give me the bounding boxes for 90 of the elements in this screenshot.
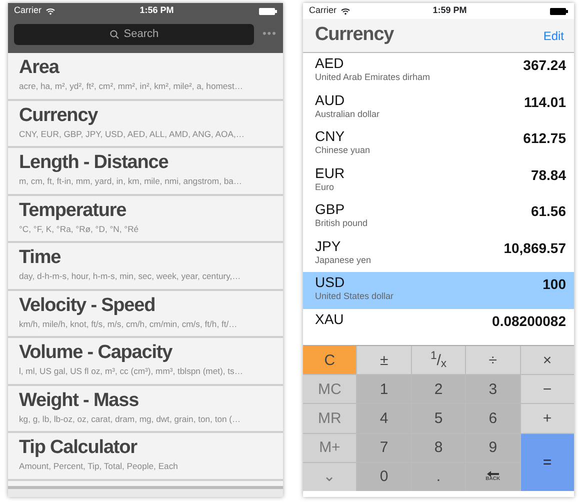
keypad-key[interactable]: 8 <box>412 434 466 462</box>
category-units: CNY, EUR, GBP, JPY, USD, AED, ALL, AMD, ANG, AOA,… <box>19 128 246 140</box>
currency-row[interactable]: GBP British pound 61.56 <box>303 199 574 236</box>
category-item[interactable]: Temperature °C, °F, K, °Ra, °Rø, °D, °N, °Ré <box>8 196 283 243</box>
currency-code: XAU <box>315 310 344 328</box>
currency-name: British pound <box>315 218 368 229</box>
currency-row[interactable]: AED United Arab Emirates dirham 367.24 <box>303 53 574 90</box>
category-units: acre, ha, m², yd², ft², cm², mm², in², km², mile², a, homest… <box>19 80 244 93</box>
category-title: Volume - Capacity <box>19 342 174 364</box>
keypad-key[interactable]: = <box>520 434 574 491</box>
currency-value: 114.01 <box>524 92 566 112</box>
category-item[interactable]: Length - Distance m, cm, ft, ft-in, mm, yard, in, km, mile, nmi, angstrom, ba… <box>8 148 283 196</box>
currency-value: 612.75 <box>523 129 566 148</box>
keypad-key[interactable]: 7 <box>357 434 411 462</box>
currency-code: GBP <box>315 201 346 218</box>
keypad-key[interactable]: 1 <box>357 375 411 404</box>
category-units: day, d-h-m-s, hour, h-m-s, min, sec, week, year, century,… <box>19 270 242 283</box>
keypad-key[interactable]: 5 <box>412 404 466 433</box>
currency-row[interactable]: CNY Chinese yuan 612.75 <box>303 126 574 162</box>
currency-value: 367.24 <box>523 56 566 75</box>
category-item[interactable]: Weight - Mass kg, g, lb, lb-oz, oz, carat, dram, mg, dwt, grain, ton, ton (… <box>8 386 283 433</box>
currency-row[interactable]: JPY Japanese yen 10,869.57 <box>303 236 574 272</box>
category-title: Time <box>19 247 62 269</box>
wifi-icon <box>46 8 55 14</box>
category-item[interactable]: Tip Calculator Amount, Percent, Tip, Total, People, Each <box>8 433 283 480</box>
keypad-key[interactable]: × <box>520 346 574 374</box>
keypad-key[interactable]: − <box>520 375 574 404</box>
keypad-key[interactable]: 6 <box>466 404 520 433</box>
keypad-key[interactable]: + <box>520 404 574 433</box>
wifi-icon <box>340 8 350 14</box>
currency-row[interactable]: USD United States dollar 100 <box>303 272 574 308</box>
keypad-key[interactable]: 3 <box>466 375 520 404</box>
currency-value: 78.84 <box>530 166 566 184</box>
category-title: Weight - Mass <box>19 390 140 412</box>
category-item[interactable]: Currency CNY, EUR, GBP, JPY, USD, AED, ALL, AMD, ANG, AOA,… <box>8 100 283 148</box>
category-title: Currency <box>19 104 99 126</box>
keypad-key[interactable]: 9 <box>466 434 520 462</box>
currency-code: EUR <box>315 164 345 182</box>
category-title: Tip Calculator <box>19 437 138 459</box>
category-units: km/h, mile/h, knot, ft/s, m/s, cm/h, cm/min, cm/s, ft/h, ft/… <box>19 318 238 330</box>
category-units: m, cm, ft, ft-in, mm, yard, in, km, mile, nmi, angstrom, ba… <box>19 175 244 188</box>
keypad-key[interactable]: 0 <box>357 462 411 491</box>
edit-button[interactable]: Edit <box>543 26 564 44</box>
currency-code: JPY <box>315 238 342 254</box>
currency-value: 0.08200082 <box>492 312 566 330</box>
currency-name: United States dollar <box>315 291 394 302</box>
carrier-name: Carrier <box>14 4 42 18</box>
category-units: °C, °F, K, °Ra, °Rø, °D, °N, °Ré <box>19 222 140 236</box>
currency-row[interactable]: AUD Australian dollar 114.01 <box>303 90 574 126</box>
currency-code: CNY <box>315 128 346 145</box>
currency-value: 100 <box>542 275 566 294</box>
search-field[interactable]: Search <box>14 24 254 44</box>
category-units: Amount, Percent, Tip, Total, People, Each <box>19 460 179 473</box>
currency-value: 10,869.57 <box>504 238 566 258</box>
battery-icon <box>550 8 568 14</box>
screen-title: Currency <box>315 23 394 48</box>
category-title: Temperature <box>19 200 128 222</box>
search-icon <box>110 30 119 38</box>
category-units: l, ml, US gal, US fl oz, m³, cc (cm³), mm³, tblspn (met), ts… <box>19 365 244 378</box>
category-title: Velocity - Speed <box>19 294 156 316</box>
category-item[interactable]: Time day, d-h-m-s, hour, h-m-s, min, sec, week, year, century,… <box>8 243 283 290</box>
currency-value: 61.56 <box>530 202 566 221</box>
category-title: Length - Distance <box>19 152 170 174</box>
category-item[interactable]: Velocity - Speed km/h, mile/h, knot, ft/s, m/s, cm/h, cm/min, cm/s, ft/h, ft/… <box>8 290 283 338</box>
status-time: 1:56 PM <box>140 4 174 18</box>
currency-name: United Arab Emirates dirham <box>315 72 430 83</box>
battery-icon <box>259 8 277 14</box>
keypad-key[interactable]: ÷ <box>466 346 520 374</box>
keypad-key[interactable]: 4 <box>357 404 411 433</box>
status-time: 1:59 PM <box>432 4 467 18</box>
arrow-icon <box>486 471 499 478</box>
keypad-key[interactable]: $^{1}$/$_{x}$ <box>412 346 466 374</box>
currency-name: Japanese yen <box>315 254 372 266</box>
currency-row[interactable]: EUR Euro 78.84 <box>303 162 574 199</box>
category-item[interactable]: Area acre, ha, m², yd², ft², cm², mm², in², km², mile², a, homest… <box>8 53 283 100</box>
currency-code: USD <box>315 274 346 291</box>
currency-name: Chinese yuan <box>315 145 370 156</box>
category-title: Area <box>19 57 60 79</box>
currency-name: Australian dollar <box>315 108 380 120</box>
keypad-key[interactable]: C <box>303 346 356 374</box>
currency-row[interactable]: XAU 0.08200082 <box>303 308 574 345</box>
category-units: kg, g, lb, lb-oz, oz, carat, dram, mg, dwt, grain, ton, ton (… <box>19 412 242 426</box>
carrier-name: Carrier <box>309 4 337 18</box>
currency-code: AED <box>315 55 345 72</box>
keypad-key[interactable]: 2 <box>412 375 466 404</box>
currency-code: AUD <box>315 92 346 108</box>
currency-name: Euro <box>315 182 336 192</box>
keypad-key[interactable]: . <box>412 462 466 491</box>
category-item[interactable]: Volume - Capacity l, ml, US gal, US fl oz, m³, cc (cm³), mm³, tblspn (met), ts… <box>8 338 283 386</box>
keypad-key[interactable]: ± <box>357 346 411 374</box>
